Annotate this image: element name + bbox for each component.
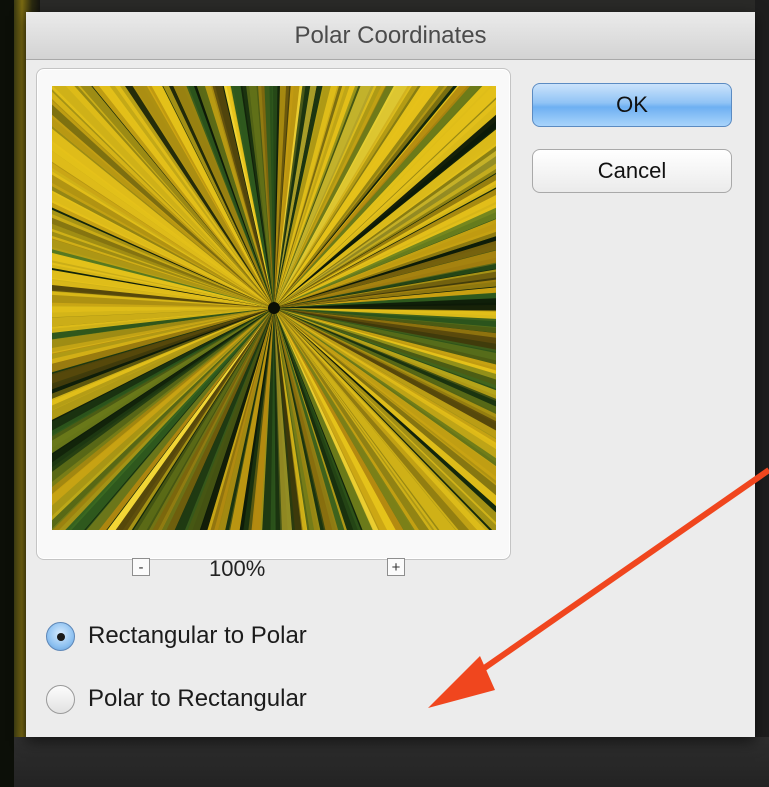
preview-frame (36, 68, 511, 560)
background-canvas-edge (0, 0, 14, 787)
radio-selected-icon[interactable] (46, 622, 75, 651)
filter-preview-image[interactable] (52, 86, 496, 530)
radio-dot-icon (57, 633, 65, 641)
dialog-title: Polar Coordinates (294, 22, 487, 49)
ok-button[interactable]: OK (532, 83, 732, 127)
background-right (755, 0, 769, 787)
zoom-out-button[interactable]: - (132, 558, 150, 576)
zoom-level-readout: 100% (209, 556, 266, 581)
radio-unselected-icon[interactable] (46, 685, 75, 714)
cancel-button[interactable]: Cancel (532, 149, 732, 193)
option-label-polar-to-rect[interactable]: Polar to Rectangular (88, 685, 307, 713)
polar-coordinates-dialog: Polar Coordinates - 100% + OK Cancel Rec… (26, 12, 755, 737)
zoom-in-button[interactable]: + (387, 558, 405, 576)
option-label-rect-to-polar[interactable]: Rectangular to Polar (88, 622, 307, 650)
background-bottom (14, 737, 769, 787)
dialog-titlebar[interactable]: Polar Coordinates (26, 12, 755, 60)
preview-center (268, 302, 280, 314)
